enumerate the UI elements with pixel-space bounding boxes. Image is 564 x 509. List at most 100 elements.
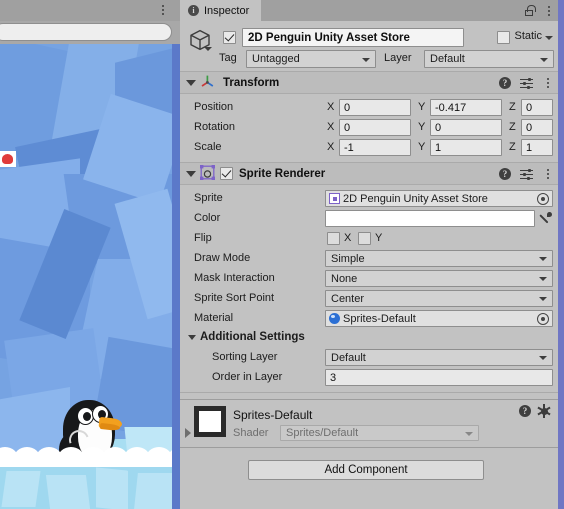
material-object-field[interactable]: Sprites-Default xyxy=(325,310,553,327)
static-label: Static xyxy=(514,30,542,42)
material-row: Material Sprites-Default xyxy=(180,309,558,329)
foldout-arrow-icon xyxy=(188,335,196,340)
info-icon: i xyxy=(188,5,199,16)
object-picker-icon[interactable] xyxy=(537,313,549,325)
flip-label: Flip xyxy=(194,232,212,244)
sprite-sort-point-row: Sprite Sort Point Center xyxy=(180,289,558,309)
sprite-row: Sprite 2D Penguin Unity Asset Store xyxy=(180,189,558,209)
three-dot-menu-icon[interactable] xyxy=(156,3,170,18)
sorting-layer-row: Sorting Layer Default xyxy=(180,348,558,368)
sorting-layer-label: Sorting Layer xyxy=(212,351,278,363)
color-swatch-field[interactable] xyxy=(325,210,535,227)
help-icon[interactable]: ? xyxy=(499,76,511,89)
color-row: Color xyxy=(180,209,558,229)
transform-header[interactable]: Transform ? xyxy=(180,72,558,94)
static-checkbox[interactable] xyxy=(497,31,510,44)
sprite-sort-point-label: Sprite Sort Point xyxy=(194,292,275,304)
scene-tab-bar xyxy=(0,0,180,21)
transform-position-row: Position X 0 Y -0.417 Z 0 xyxy=(180,98,558,118)
sprite-value: 2D Penguin Unity Asset Store xyxy=(343,192,488,205)
draw-mode-value: Simple xyxy=(331,252,365,265)
sprite-renderer-header[interactable]: Sprite Renderer ? xyxy=(180,163,558,185)
gear-icon[interactable] xyxy=(537,404,551,418)
axis-y-label: Y xyxy=(418,141,426,153)
sprite-renderer-tools: ? xyxy=(499,163,553,184)
position-y-field[interactable]: -0.417 xyxy=(430,99,502,116)
chevron-down-icon xyxy=(362,58,370,62)
penguin-pupil-left xyxy=(83,412,91,421)
sprite-object-field[interactable]: 2D Penguin Unity Asset Store xyxy=(325,190,553,207)
sprite-sort-point-value: Center xyxy=(331,292,365,305)
flip-x-checkbox[interactable] xyxy=(327,232,340,245)
material-preview-tools: ? xyxy=(519,404,551,418)
rotation-x-field[interactable]: 0 xyxy=(339,119,411,136)
tag-dropdown[interactable]: Untagged xyxy=(246,50,376,68)
preset-sliders-icon[interactable] xyxy=(520,77,533,89)
scale-x-field[interactable]: -1 xyxy=(339,139,411,156)
three-dot-menu-icon[interactable] xyxy=(543,4,554,17)
unlocked-padlock-icon[interactable] xyxy=(525,5,536,16)
foldout-arrow-icon[interactable] xyxy=(185,428,191,438)
mask-interaction-dropdown[interactable]: None xyxy=(325,270,553,287)
transform-rotation-row: Rotation X 0 Y 0 Z 0 xyxy=(180,118,558,138)
gameobject-active-checkbox[interactable] xyxy=(223,31,236,44)
flip-y-label: Y xyxy=(375,232,383,244)
tag-layer-row: Tag Untagged Layer Default xyxy=(180,49,558,69)
component-sprite-renderer: Sprite Renderer ? Sprite 2D Penguin Unit… xyxy=(180,163,558,393)
help-icon[interactable]: ? xyxy=(519,405,531,417)
tag-label: Tag xyxy=(219,52,237,64)
sorting-layer-dropdown[interactable]: Default xyxy=(325,349,553,366)
scene-viewport[interactable] xyxy=(0,44,172,509)
sprite-renderer-icon xyxy=(200,164,215,183)
foldout-arrow-icon[interactable] xyxy=(186,170,196,177)
mask-interaction-label: Mask Interaction xyxy=(194,272,275,284)
gameobject-header: 2D Penguin Unity Asset Store Static Tag … xyxy=(180,21,558,72)
position-z-field[interactable]: 0 xyxy=(521,99,553,116)
gameobject-name-field[interactable]: 2D Penguin Unity Asset Store xyxy=(242,28,464,47)
tab-inspector-label: Inspector xyxy=(204,4,250,17)
order-in-layer-row: Order in Layer 3 xyxy=(180,368,558,388)
sprite-renderer-title: Sprite Renderer xyxy=(239,167,326,180)
shader-dropdown[interactable]: Sprites/Default xyxy=(280,425,479,441)
axis-y-label: Y xyxy=(418,121,426,133)
position-label: Position xyxy=(194,101,234,113)
add-component-button[interactable]: Add Component xyxy=(248,460,484,480)
unity-editor-window: i Inspector 2D Penguin Unity Asset Store… xyxy=(0,0,564,509)
rotation-z-field[interactable]: 0 xyxy=(521,119,553,136)
help-icon[interactable]: ? xyxy=(499,167,511,180)
order-in-layer-label: Order in Layer xyxy=(212,371,283,383)
axis-x-label: X xyxy=(327,101,335,113)
inspector-tab-tools xyxy=(525,0,554,21)
flip-y-checkbox[interactable] xyxy=(358,232,371,245)
material-preview-swatch[interactable] xyxy=(194,406,226,437)
sprite-renderer-enabled-checkbox[interactable] xyxy=(220,167,233,180)
three-dot-menu-icon[interactable] xyxy=(542,76,553,89)
order-in-layer-field[interactable]: 3 xyxy=(325,369,553,386)
eyedropper-icon[interactable] xyxy=(539,212,552,225)
position-x-field[interactable]: 0 xyxy=(339,99,411,116)
rotation-y-field[interactable]: 0 xyxy=(430,119,502,136)
component-transform: Transform ? Position X 0 Y -0.417 Z 0 Ro… xyxy=(180,72,558,163)
draw-mode-dropdown[interactable]: Simple xyxy=(325,250,553,267)
object-picker-icon[interactable] xyxy=(537,193,549,205)
additional-settings-header[interactable]: Additional Settings xyxy=(180,329,558,348)
draw-mode-label: Draw Mode xyxy=(194,252,251,264)
scale-y-field[interactable]: 1 xyxy=(430,139,502,156)
layer-dropdown[interactable]: Default xyxy=(424,50,554,68)
sprite-asset-icon xyxy=(329,193,340,204)
inspector-tab-bar: i Inspector xyxy=(180,0,558,21)
static-dropdown-arrow-icon[interactable] xyxy=(545,36,553,40)
chevron-down-icon xyxy=(539,277,547,281)
draw-mode-row: Draw Mode Simple xyxy=(180,249,558,269)
scale-label: Scale xyxy=(194,141,222,153)
three-dot-menu-icon[interactable] xyxy=(542,167,553,180)
chevron-down-icon xyxy=(540,58,548,62)
tab-inspector[interactable]: i Inspector xyxy=(180,0,262,21)
scale-z-field[interactable]: 1 xyxy=(521,139,553,156)
sprite-sort-point-dropdown[interactable]: Center xyxy=(325,290,553,307)
scene-flag-decoration xyxy=(0,151,16,167)
scene-view-panel xyxy=(0,0,180,509)
preset-sliders-icon[interactable] xyxy=(520,168,533,180)
search-input[interactable] xyxy=(0,23,172,41)
foldout-arrow-icon[interactable] xyxy=(186,79,196,86)
